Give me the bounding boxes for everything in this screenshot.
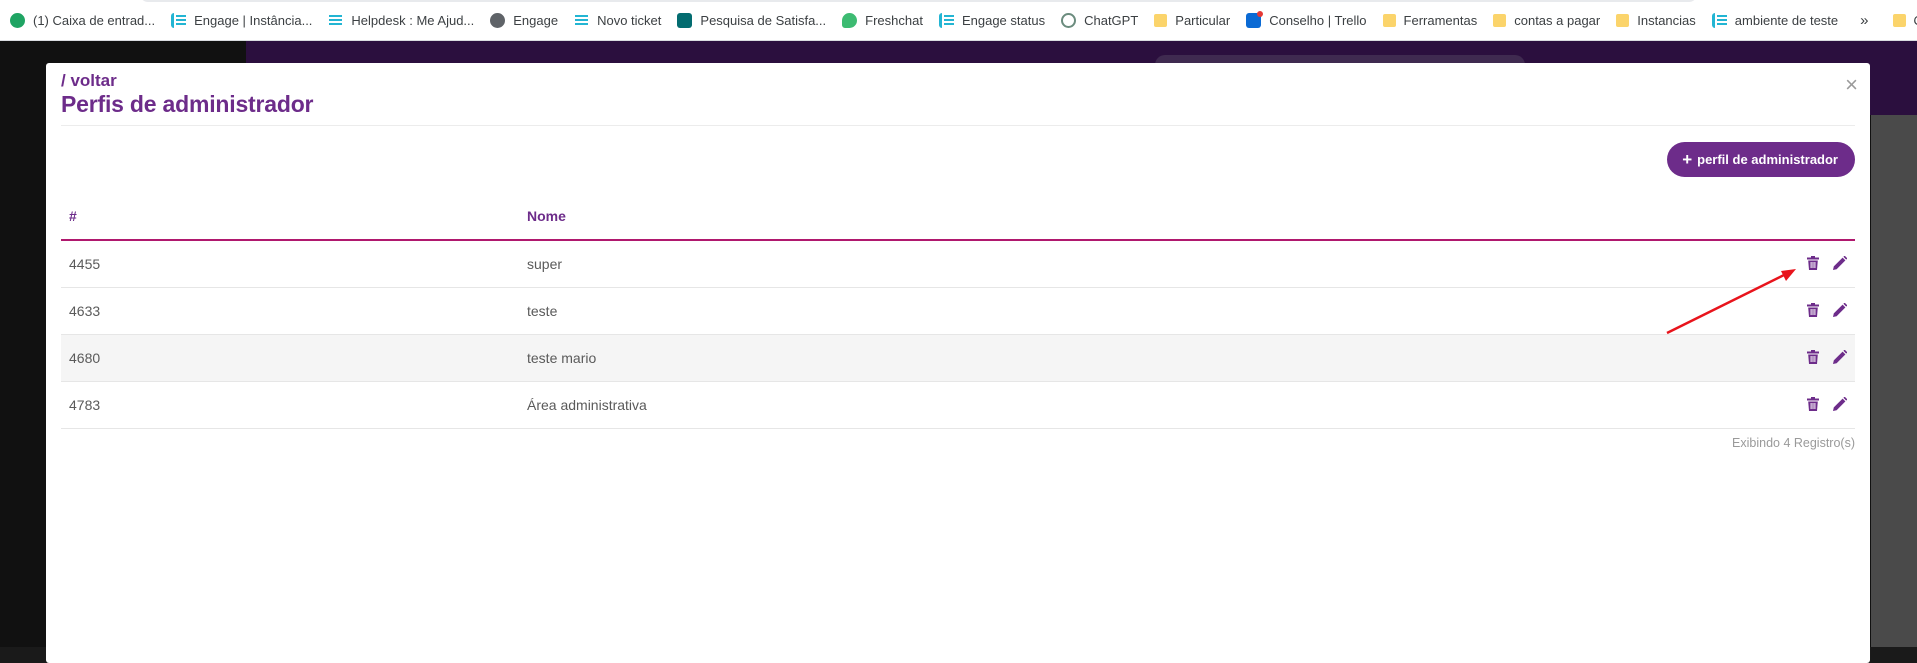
bookmark-label: Helpdesk : Me Ajud... <box>351 13 474 28</box>
favicon-icon <box>842 13 857 28</box>
page-title: Perfis de administrador <box>61 91 313 118</box>
bookmark-item[interactable]: Engage status <box>939 6 1045 34</box>
bookmark-label: contas a pagar <box>1514 13 1600 28</box>
favicon-icon <box>490 13 505 28</box>
row-actions <box>1759 335 1855 382</box>
admin-profiles-modal: / voltar Perfis de administrador × + per… <box>46 63 1870 663</box>
profile-name-cell: super <box>519 240 1759 288</box>
row-actions <box>1759 382 1855 429</box>
favicon-icon <box>328 13 343 28</box>
bookmark-item[interactable]: Instancias <box>1616 6 1696 34</box>
bookmarks-bar: (1) Caixa de entrad... Engage | Instância… <box>0 0 1917 41</box>
bookmark-item[interactable]: Ferramentas <box>1383 6 1478 34</box>
bookmark-item[interactable]: Novo ticket <box>574 6 661 34</box>
trash-icon[interactable] <box>1807 350 1819 367</box>
app-scroll-area <box>1871 115 1917 647</box>
folder-icon <box>1616 14 1629 27</box>
bookmark-label: Engage status <box>962 13 1045 28</box>
bookmark-item[interactable]: ambiente de teste <box>1712 6 1838 34</box>
favicon-icon <box>677 13 692 28</box>
bookmark-label: Particular <box>1175 13 1230 28</box>
bookmark-item[interactable]: ChatGPT <box>1061 6 1138 34</box>
trash-icon[interactable] <box>1807 256 1819 273</box>
bookmark-label: Pesquisa de Satisfa... <box>700 13 826 28</box>
profile-id-cell: 4783 <box>61 382 519 429</box>
favicon-icon <box>171 13 186 28</box>
bookmark-item[interactable]: Particular <box>1154 6 1230 34</box>
table-row: 4783Área administrativa <box>61 382 1855 429</box>
bookmark-label: Freshchat <box>865 13 923 28</box>
table-row: 4633teste <box>61 288 1855 335</box>
bookmark-item[interactable]: Engage <box>490 6 558 34</box>
trash-icon[interactable] <box>1807 303 1819 320</box>
pencil-icon[interactable] <box>1833 256 1847 273</box>
bookmark-label: ChatGPT <box>1084 13 1138 28</box>
column-header-id[interactable]: # <box>61 193 519 240</box>
column-header-actions <box>1759 193 1855 240</box>
close-icon[interactable]: × <box>1845 73 1858 97</box>
profile-name-cell: teste mario <box>519 335 1759 382</box>
admin-profiles-table: # Nome 4455super4633teste4680teste mario… <box>61 193 1855 429</box>
column-header-name[interactable]: Nome <box>519 193 1759 240</box>
add-admin-profile-button[interactable]: + perfil de administrador <box>1667 142 1855 177</box>
profile-id-cell: 4633 <box>61 288 519 335</box>
bookmark-label: Novo ticket <box>597 13 661 28</box>
table-row: 4455super <box>61 240 1855 288</box>
favicon-icon <box>1061 13 1076 28</box>
favicon-icon <box>574 13 589 28</box>
table-header-row: # Nome <box>61 193 1855 240</box>
pencil-icon[interactable] <box>1833 350 1847 367</box>
table-row: 4680teste mario <box>61 335 1855 382</box>
records-count: Exibindo 4 Registro(s) <box>1732 436 1855 450</box>
bookmark-item[interactable]: Freshchat <box>842 6 923 34</box>
bookmark-item[interactable]: (1) Caixa de entrad... <box>10 6 155 34</box>
bookmark-label: Engage <box>513 13 558 28</box>
plus-icon: + <box>1682 151 1692 168</box>
bookmark-item[interactable]: Pesquisa de Satisfa... <box>677 6 826 34</box>
folder-icon <box>1154 14 1167 27</box>
bookmark-label: (1) Caixa de entrad... <box>33 13 155 28</box>
row-actions <box>1759 288 1855 335</box>
trash-icon[interactable] <box>1807 397 1819 414</box>
bookmark-item[interactable]: contas a pagar <box>1493 6 1600 34</box>
other-bookmarks-label: Outros favoritos <box>1914 13 1917 28</box>
profile-name-cell: teste <box>519 288 1759 335</box>
bookmark-item[interactable]: Engage | Instância... <box>171 6 312 34</box>
bookmark-label: Instancias <box>1637 13 1696 28</box>
bookmark-label: Ferramentas <box>1404 13 1478 28</box>
bookmarks-overflow-icon[interactable]: » <box>1860 12 1868 29</box>
bookmark-label: Engage | Instância... <box>194 13 312 28</box>
folder-icon <box>1493 14 1506 27</box>
favicon-icon <box>939 13 954 28</box>
favicon-icon <box>10 13 25 28</box>
bookmark-item[interactable]: Helpdesk : Me Ajud... <box>328 6 474 34</box>
bookmark-label: Conselho | Trello <box>1269 13 1366 28</box>
profile-id-cell: 4455 <box>61 240 519 288</box>
bookmark-label: ambiente de teste <box>1735 13 1838 28</box>
profile-name-cell: Área administrativa <box>519 382 1759 429</box>
favicon-icon <box>1712 13 1727 28</box>
pencil-icon[interactable] <box>1833 397 1847 414</box>
other-bookmarks-folder[interactable]: Outros favoritos <box>1893 6 1917 34</box>
row-actions <box>1759 240 1855 288</box>
pencil-icon[interactable] <box>1833 303 1847 320</box>
folder-icon <box>1893 14 1906 27</box>
add-admin-profile-label: perfil de administrador <box>1697 152 1838 167</box>
back-link[interactable]: / voltar <box>61 71 117 91</box>
bookmark-item[interactable]: Conselho | Trello <box>1246 6 1366 34</box>
title-divider <box>61 125 1855 126</box>
folder-icon <box>1383 14 1396 27</box>
profile-id-cell: 4680 <box>61 335 519 382</box>
favicon-icon <box>1246 13 1261 28</box>
